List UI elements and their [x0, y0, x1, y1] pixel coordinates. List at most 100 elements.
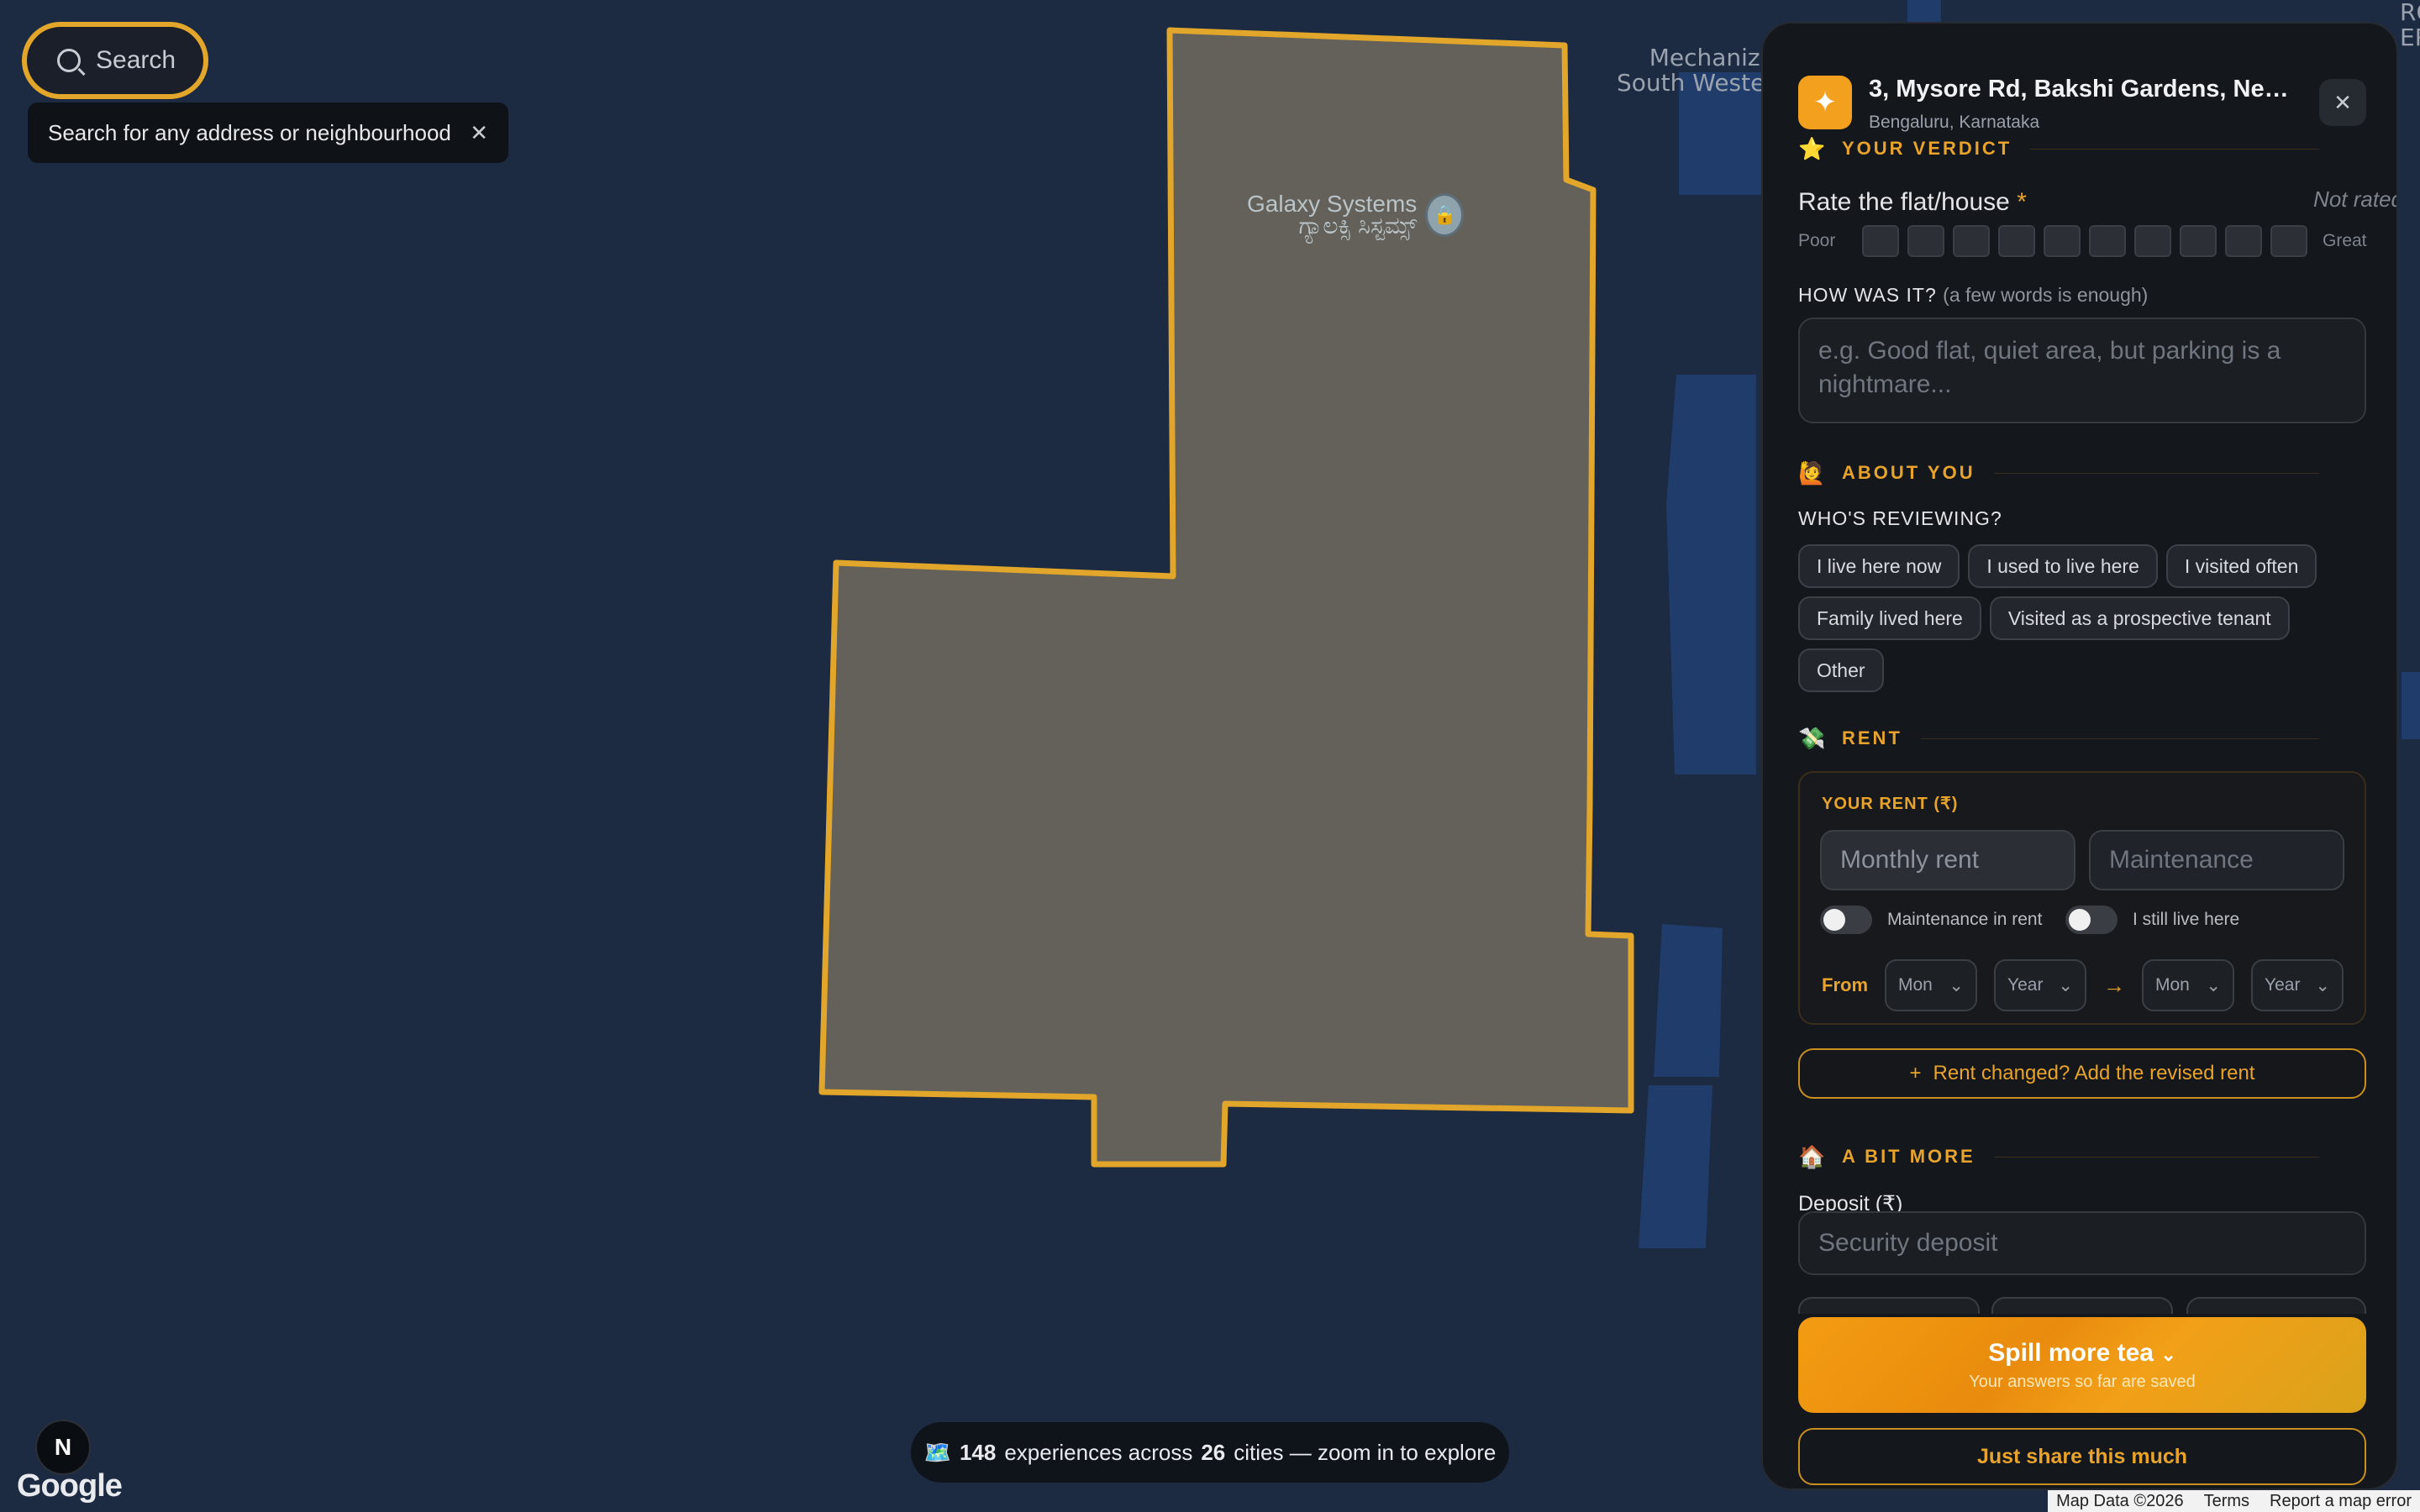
still-live-here-toggle[interactable]: I still live here — [2065, 906, 2239, 934]
rating-box[interactable] — [2089, 225, 2126, 257]
close-panel-button[interactable]: ✕ — [2319, 79, 2366, 126]
sparkle-icon: ✦ — [1798, 76, 1852, 129]
section-verdict: ⭐ YOUR VERDICT — [1798, 136, 2319, 161]
section-rent: 💸 RENT — [1798, 726, 2319, 751]
toggle-switch[interactable] — [2065, 906, 2118, 934]
rating-box[interactable] — [2044, 225, 2081, 257]
hidden-field — [1798, 1297, 1980, 1314]
reviewer-option[interactable]: I live here now — [1798, 544, 1960, 588]
rating-box[interactable] — [2270, 225, 2307, 257]
divider — [1993, 1156, 2319, 1158]
poi-label: Galaxy Systems ಗ್ಯಾಲಕ್ಸಿ ಸಿಸ್ಟಮ್ಸ್ — [1247, 192, 1418, 239]
report-error-link[interactable]: Report a map error — [2270, 1492, 2412, 1511]
address-subtitle: Bengaluru, Karnataka — [1869, 113, 2040, 132]
stats-pill: 🗺️ 148 experiences across 26 cities — zo… — [911, 1422, 1509, 1483]
next-badge[interactable]: N — [35, 1420, 91, 1475]
rate-label-text: Rate the flat/house — [1798, 188, 2010, 216]
close-icon[interactable]: ✕ — [470, 120, 488, 146]
monthly-rent-input[interactable]: Monthly rent — [1820, 830, 2075, 890]
reviewer-option[interactable]: I used to live here — [1968, 544, 2158, 588]
spill-label-text: Spill more tea — [1988, 1338, 2154, 1367]
review-textarea[interactable]: e.g. Good flat, quiet area, but parking … — [1798, 318, 2366, 423]
reviewer-options: I live here now I used to live here I vi… — [1798, 544, 2366, 692]
terms-link[interactable]: Terms — [2204, 1492, 2249, 1511]
search-button[interactable]: Search — [22, 22, 208, 99]
hidden-field — [2186, 1297, 2366, 1314]
rating-box[interactable] — [2180, 225, 2217, 257]
spill-label: Spill more tea ⌄ — [1988, 1339, 2176, 1368]
tooltip-text: Search for any address or neighbourhood — [48, 119, 451, 145]
toggle-switch[interactable] — [1820, 906, 1872, 934]
section-title: YOUR VERDICT — [1842, 138, 2012, 159]
lock-pin-icon: 🔒 — [1425, 193, 1465, 237]
map-label-line: RO — [2400, 0, 2420, 26]
maintenance-in-rent-toggle[interactable]: Maintenance in rent — [1820, 906, 2042, 934]
stats-text: experiences across — [1004, 1439, 1193, 1465]
money-wings-icon: 💸 — [1798, 726, 1826, 751]
section-title: RENT — [1842, 727, 1902, 748]
chevron-down-icon: ⌄ — [2315, 975, 2330, 995]
map-label-line: Mechanize — [1649, 44, 1775, 71]
poi-galaxy-systems[interactable]: Galaxy Systems ಗ್ಯಾಲಕ್ಸಿ ಸಿಸ್ಟಮ್ಸ್ 🔒 — [1247, 192, 1465, 239]
share-button[interactable]: Just share this much — [1798, 1428, 2366, 1485]
toggle-label: Maintenance in rent — [1887, 910, 2043, 929]
maintenance-input[interactable]: Maintenance — [2089, 830, 2344, 890]
map-building-block — [1654, 924, 1723, 1077]
to-month-select[interactable]: Mon ⌄ — [2142, 959, 2234, 1011]
map-building-block — [1666, 375, 1756, 774]
reviewer-option[interactable]: Family lived here — [1798, 596, 1981, 640]
reviewer-option[interactable]: I visited often — [2165, 544, 2317, 588]
address-title: 3, Mysore Rd, Bakshi Gardens, New Tharag… — [1869, 76, 2306, 102]
rating-box[interactable] — [1862, 225, 1899, 257]
panel-header: ✦ 3, Mysore Rd, Bakshi Gardens, New Thar… — [1798, 50, 2370, 132]
reviewer-option[interactable]: Other — [1798, 648, 1884, 692]
how-label: HOW WAS IT? (a few words is enough) — [1798, 284, 2148, 307]
map-label-edge: RO ERA — [2400, 0, 2420, 50]
map-building-block — [1907, 0, 1941, 24]
poi-name-kn: ಗ್ಯಾಲಕ್ಸಿ ಸಿಸ್ಟಮ್ಸ್ — [1298, 213, 1418, 239]
search-tooltip: Search for any address or neighbourhood … — [28, 102, 508, 163]
from-month-select[interactable]: Mon ⌄ — [1885, 959, 1977, 1011]
toggle-label: I still live here — [2133, 910, 2240, 929]
rating-box[interactable] — [1953, 225, 1990, 257]
divider — [2030, 148, 2319, 150]
google-logo: Google — [17, 1468, 123, 1504]
rating-box[interactable] — [1907, 225, 1944, 257]
rating-box[interactable] — [2225, 225, 2262, 257]
stats-text: cities — zoom in to explore — [1234, 1439, 1497, 1465]
map-label-line: ERA — [2400, 24, 2420, 51]
rating-box[interactable] — [1998, 225, 2035, 257]
select-value: Year — [2265, 975, 2301, 995]
rate-label: Rate the flat/house * — [1798, 188, 2027, 217]
add-revised-rent-button[interactable]: + Rent changed? Add the revised rent — [1798, 1048, 2366, 1099]
stats-count: 148 — [959, 1439, 997, 1465]
rating-high-label: Great — [2323, 231, 2367, 250]
from-year-select[interactable]: Year ⌄ — [1994, 959, 2086, 1011]
map-icon: 🗺️ — [923, 1439, 951, 1465]
spill-subtext: Your answers so far are saved — [1969, 1372, 2196, 1391]
section-more: 🏠 A BIT MORE — [1798, 1144, 2319, 1169]
chevron-down-icon: ⌄ — [1949, 975, 1964, 995]
divider — [1920, 738, 2319, 739]
select-value: Mon — [1898, 975, 1933, 995]
deposit-input[interactable]: Security deposit — [1798, 1211, 2366, 1275]
from-label: From — [1822, 974, 1868, 995]
select-value: Year — [2007, 975, 2044, 995]
to-year-select[interactable]: Year ⌄ — [2251, 959, 2344, 1011]
search-icon — [57, 49, 81, 72]
select-value: Mon — [2155, 975, 2190, 995]
section-about: 🙋 ABOUT YOU — [1798, 460, 2319, 486]
how-hint: (a few words is enough) — [1943, 284, 2149, 306]
arrow-right-icon: → — [2103, 972, 2125, 998]
map-label-mechanize: Mechanize South Wester — [1617, 45, 1775, 96]
rating-box[interactable] — [2134, 225, 2171, 257]
map-building-block — [1639, 1085, 1712, 1248]
reviewer-option[interactable]: Visited as a prospective tenant — [1989, 596, 2290, 640]
chevron-down-icon: ⌄ — [2206, 975, 2221, 995]
person-raising-hand-icon: 🙋 — [1798, 460, 1826, 486]
search-label: Search — [96, 46, 176, 74]
map-attribution: Map Data ©2026 Terms Report a map error — [2048, 1490, 2420, 1512]
stats-cities: 26 — [1201, 1439, 1226, 1465]
chevron-down-icon: ⌄ — [2058, 975, 2073, 995]
spill-more-tea-button[interactable]: Spill more tea ⌄ Your answers so far are… — [1798, 1317, 2366, 1413]
